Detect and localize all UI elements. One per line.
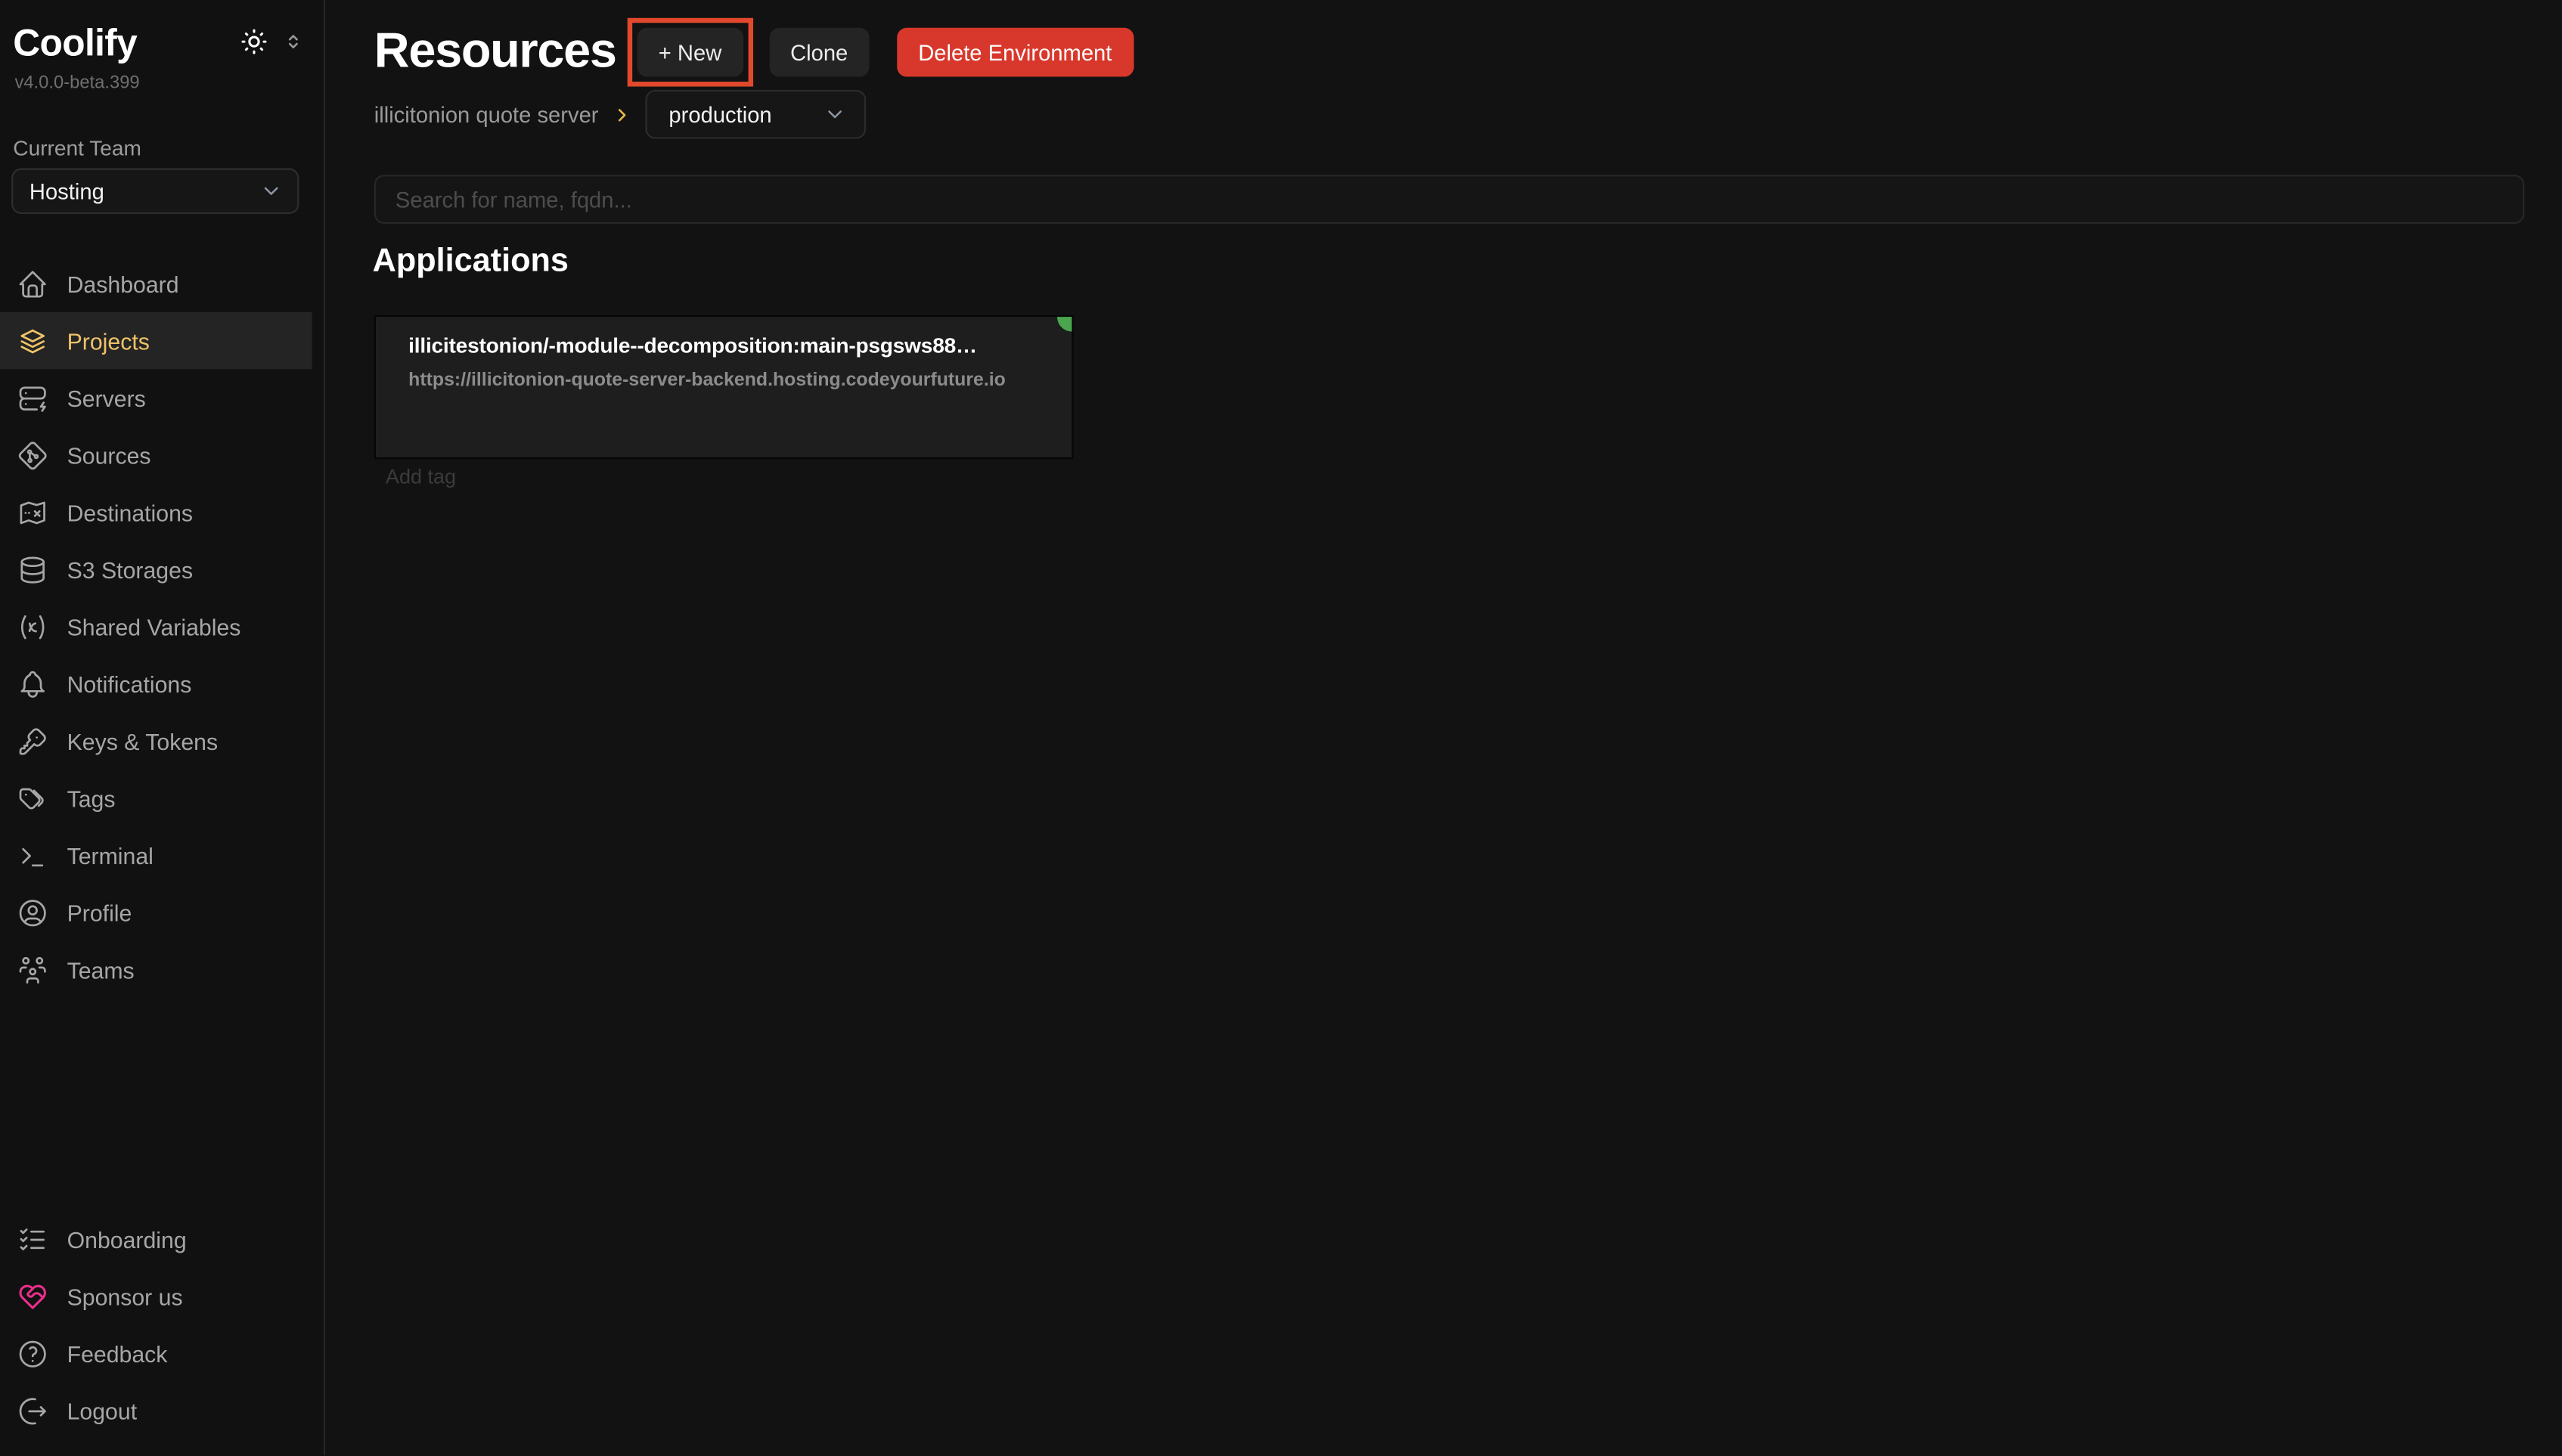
sidebar-item-projects[interactable]: Projects: [0, 312, 312, 370]
sidebar-item-label: Tags: [67, 785, 116, 811]
sidebar-item-onboarding[interactable]: Onboarding: [0, 1210, 312, 1268]
page-title: Resources: [374, 24, 616, 79]
environment-select-value: production: [668, 102, 771, 126]
home-icon: [17, 267, 49, 299]
sun-icon: [240, 27, 268, 60]
layers-icon: [17, 324, 49, 357]
map-x-icon: [17, 496, 49, 528]
breadcrumb-project-link[interactable]: illicitonion quote server: [374, 102, 599, 126]
brand-row: Coolify: [13, 21, 304, 65]
sidebar-item-terminal[interactable]: Terminal: [0, 826, 312, 884]
sidebar-item-feedback[interactable]: Feedback: [0, 1324, 312, 1382]
app-version: v4.0.0-beta.399: [14, 73, 139, 93]
sidebar-item-notifications[interactable]: Notifications: [0, 655, 312, 712]
database-icon: [17, 553, 49, 585]
delete-environment-button[interactable]: Delete Environment: [897, 28, 1133, 77]
chevron-right-icon: [613, 105, 631, 123]
terminal-icon: [17, 839, 49, 872]
sidebar-item-label: Sources: [67, 441, 151, 468]
sidebar-nav: Dashboard Projects Servers Sources: [0, 255, 312, 998]
heart-handshake-icon: [17, 1280, 49, 1312]
app-logo: Coolify: [13, 21, 137, 65]
sidebar: Coolify v4.0.0-beta.399 Current Team Hos…: [0, 0, 325, 1455]
sidebar-item-logout[interactable]: Logout: [0, 1382, 312, 1439]
sidebar-item-label: Sponsor us: [67, 1283, 183, 1309]
theme-select-chevrons[interactable]: [283, 29, 304, 58]
environment-select[interactable]: production: [646, 90, 867, 139]
clone-button[interactable]: Clone: [769, 28, 869, 77]
team-select[interactable]: Hosting: [11, 169, 299, 214]
sidebar-item-profile[interactable]: Profile: [0, 884, 312, 941]
main-content: Resources + New Clone Delete Environment…: [325, 0, 2562, 1455]
theme-toggle-button[interactable]: [240, 27, 268, 60]
sidebar-item-label: Logout: [67, 1397, 138, 1423]
sidebar-item-label: Servers: [67, 385, 146, 411]
chevron-down-icon: [260, 180, 283, 203]
sidebar-item-teams[interactable]: Teams: [0, 941, 312, 999]
highlight-annotation-box: + New: [628, 18, 753, 87]
sidebar-item-label: Profile: [67, 899, 132, 925]
sidebar-item-destinations[interactable]: Destinations: [0, 484, 312, 541]
sidebar-item-tags[interactable]: Tags: [0, 770, 312, 827]
sidebar-footer-nav: Onboarding Sponsor us Feedback Logout: [0, 1210, 312, 1439]
sidebar-item-keys-tokens[interactable]: Keys & Tokens: [0, 712, 312, 770]
sidebar-item-label: Feedback: [67, 1340, 168, 1367]
current-team-label: Current Team: [13, 135, 141, 160]
sidebar-item-label: Teams: [67, 956, 135, 983]
sidebar-item-servers[interactable]: Servers: [0, 369, 312, 426]
sidebar-item-dashboard[interactable]: Dashboard: [0, 255, 312, 312]
search-input[interactable]: [374, 175, 2524, 224]
sidebar-item-label: S3 Storages: [67, 556, 194, 583]
page-header: Resources + New Clone Delete Environment: [374, 18, 1134, 87]
sidebar-item-sponsor-us[interactable]: Sponsor us: [0, 1268, 312, 1325]
help-circle-icon: [17, 1337, 49, 1370]
sidebar-item-label: Projects: [67, 327, 150, 354]
status-indicator: [1057, 315, 1074, 332]
sidebar-item-shared-variables[interactable]: Shared Variables: [0, 598, 312, 655]
user-circle-icon: [17, 896, 49, 928]
sidebar-item-label: Notifications: [67, 671, 192, 697]
team-select-value: Hosting: [29, 179, 104, 203]
applications-section-title: Applications: [373, 243, 569, 281]
application-name: illicitestonion/-module--decomposition:m…: [408, 333, 1039, 358]
sidebar-item-label: Onboarding: [67, 1226, 187, 1253]
bell-icon: [17, 668, 49, 700]
breadcrumb: illicitonion quote server production: [374, 90, 867, 139]
chevron-down-icon: [824, 103, 847, 125]
key-icon: [17, 724, 49, 757]
add-tag-button[interactable]: Add tag: [386, 466, 456, 488]
logout-icon: [17, 1394, 49, 1427]
variable-icon: [17, 610, 49, 643]
users-group-icon: [17, 953, 49, 986]
checklist-icon: [17, 1222, 49, 1255]
sidebar-item-label: Destinations: [67, 499, 193, 525]
sidebar-item-label: Shared Variables: [67, 613, 241, 640]
tags-icon: [17, 782, 49, 814]
git-source-icon: [17, 438, 49, 471]
sidebar-item-s3-storages[interactable]: S3 Storages: [0, 541, 312, 598]
application-card[interactable]: illicitestonion/-module--decomposition:m…: [374, 315, 1074, 459]
sidebar-item-label: Terminal: [67, 842, 154, 869]
sidebar-item-label: Dashboard: [67, 271, 179, 297]
server-bolt-icon: [17, 382, 49, 414]
sidebar-item-label: Keys & Tokens: [67, 728, 219, 754]
coolify-app: Coolify v4.0.0-beta.399 Current Team Hos…: [0, 0, 2562, 1455]
application-url: https://illicitonion-quote-server-backen…: [408, 370, 1039, 390]
chevron-up-down-icon: [283, 29, 304, 58]
new-button[interactable]: + New: [637, 28, 743, 77]
sidebar-item-sources[interactable]: Sources: [0, 426, 312, 484]
